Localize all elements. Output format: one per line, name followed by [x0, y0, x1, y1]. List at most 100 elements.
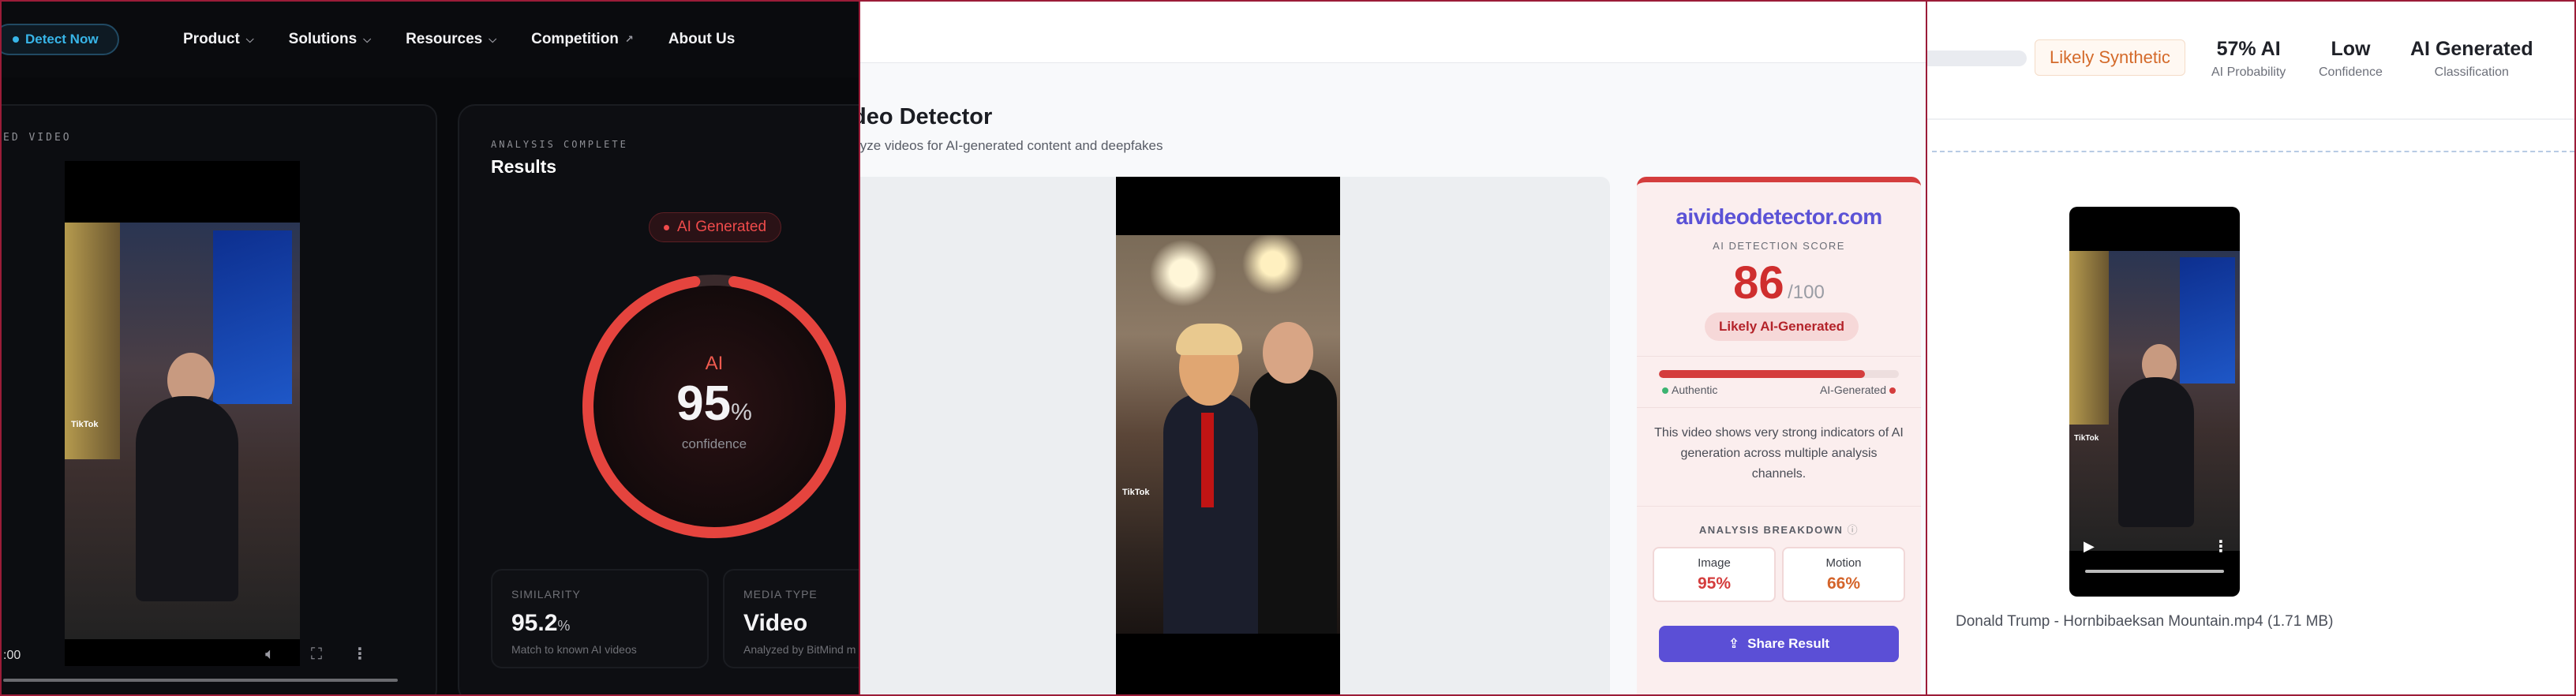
video-frame: TikTok	[65, 223, 300, 639]
breakdown-value: 66%	[1826, 574, 1861, 593]
ai-generated-badge: AI Generated	[649, 212, 782, 242]
share-result-button[interactable]: ⇪ Share Result	[1659, 626, 1899, 662]
breakdown-key: Motion	[1825, 556, 1862, 570]
metric-classification: AI Generated Classification	[2410, 38, 2533, 80]
help-icon[interactable]: ⓘ	[1848, 524, 1859, 536]
gauge-sub-label: confidence	[681, 436, 747, 451]
probability-bar-fill	[1926, 51, 1927, 66]
media-type-stat: MEDIA TYPE Video Analyzed by BitMind m	[723, 569, 859, 668]
breakdown-title: ANALYSIS BREAKDOWN ⓘ	[1698, 524, 1859, 536]
tiktok-watermark: TikTok	[1122, 488, 1150, 497]
breakdown-key: Image	[1698, 556, 1731, 570]
stat-key: MEDIA TYPE	[743, 588, 818, 601]
stat-sub: Match to known AI videos	[511, 643, 637, 656]
nav-item-label: Resources	[406, 31, 483, 47]
page-subtitle: lyze videos for AI-generated content and…	[859, 138, 1163, 153]
red-dot-icon	[1889, 387, 1896, 395]
more-options-icon[interactable]: ⋮	[2213, 537, 2229, 556]
similarity-stat: SIMILARITY 95.2% Match to known AI video…	[491, 569, 709, 668]
breakdown-value: 95%	[1697, 574, 1732, 593]
chevron-down-icon: ⌵	[489, 33, 497, 45]
result-description: This video shows very strong indicators …	[1654, 426, 1904, 481]
nav-item-label: Product	[183, 31, 240, 47]
breakdown-motion: Motion 66%	[1782, 547, 1905, 602]
dot-icon	[664, 224, 669, 230]
chevron-down-icon: ⌵	[363, 33, 372, 45]
nav-menu: Product ⌵ Solutions ⌵ Resources ⌵ Competiti…	[183, 2, 735, 77]
results-card: ANALYSIS COMPLETE Results AI Generated A…	[458, 104, 859, 694]
green-dot-icon	[1662, 387, 1668, 395]
play-icon[interactable]: ▶	[2084, 538, 2095, 555]
score-meter-fill	[1659, 370, 1866, 378]
gauge-ai-label: AI	[705, 353, 724, 374]
badge-label: AI Generated	[677, 219, 767, 235]
detection-score: 86 /100	[1733, 257, 1825, 309]
nav-item-solutions[interactable]: Solutions ⌵	[289, 31, 371, 48]
external-link-icon: ↗	[624, 33, 634, 45]
detection-score-card: aivideodetector.com AI DETECTION SCORE 8…	[1637, 177, 1921, 694]
metric-value: AI Generated	[2410, 38, 2533, 60]
synthetic-summary-panel: Likely Synthetic 57% AI AI Probability L…	[1926, 0, 2576, 696]
stat-sub: Analyzed by BitMind m	[743, 643, 856, 656]
video-player[interactable]: TikTok	[65, 161, 300, 666]
probability-bar	[1926, 51, 2027, 66]
video-player[interactable]: TikTok	[1116, 177, 1340, 694]
nav-item-label: Solutions	[288, 31, 358, 47]
metric-ai-probability: 57% AI AI Probability	[2211, 38, 2286, 80]
meter-labels: Authentic AI-Generated	[1659, 384, 1899, 396]
nav-item-about-us[interactable]: About Us	[668, 31, 735, 48]
share-label: Share Result	[1747, 636, 1830, 651]
video-progress-bar[interactable]	[3, 679, 398, 682]
volume-icon[interactable]: 🔈︎	[265, 645, 275, 664]
metric-value: 57% AI	[2216, 38, 2281, 60]
tiktok-watermark: TikTok	[2074, 434, 2099, 443]
dashed-divider	[1932, 151, 2574, 152]
video-detector-panel: deo Detector lyze videos for AI-generate…	[859, 0, 1927, 696]
breakdown-image: Image 95%	[1653, 547, 1776, 602]
nav-item-product[interactable]: Product ⌵	[183, 31, 254, 48]
share-icon: ⇪	[1728, 636, 1740, 651]
meter-left-label: Authentic	[1672, 384, 1718, 396]
summary-header: Likely Synthetic 57% AI AI Probability L…	[1927, 2, 2574, 120]
verdict-badge: Likely AI-Generated	[1705, 312, 1859, 341]
metric-label: Classification	[2434, 65, 2509, 79]
more-options-icon[interactable]: ⋮	[352, 644, 368, 664]
metric-label: AI Probability	[2211, 65, 2286, 79]
chevron-down-icon: ⌵	[245, 33, 254, 45]
fullscreen-icon[interactable]: ⛶	[311, 645, 322, 664]
score-meter	[1659, 370, 1899, 378]
nav-item-label: About Us	[668, 31, 736, 47]
video-frame: TikTok	[1116, 235, 1340, 634]
gauge-center: AI 95% confidence	[576, 268, 852, 544]
stat-value: Video	[743, 610, 808, 636]
video-frame: TikTok	[2069, 251, 2240, 551]
header-bar	[860, 2, 1926, 63]
video-player[interactable]: TikTok ▶ ⋮	[2069, 207, 2240, 597]
dot-icon	[13, 36, 19, 43]
stat-value: 95.2%	[511, 610, 571, 636]
video-progress-bar[interactable]	[2085, 570, 2224, 573]
detect-now-button[interactable]: Detect Now	[2, 24, 119, 55]
composite-screenshot: Detect Now Product ⌵ Solutions ⌵ Resources…	[0, 0, 2576, 696]
detect-now-label: Detect Now	[25, 32, 99, 47]
video-time: :00	[3, 649, 21, 662]
tiktok-watermark: TikTok	[71, 420, 99, 429]
verdict-badge: Likely Synthetic	[2035, 39, 2185, 76]
meter-right-label: AI-Generated	[1819, 384, 1886, 396]
metric-confidence: Low Confidence	[2319, 38, 2383, 80]
video-card-label: ED VIDEO	[3, 132, 72, 144]
nav-item-label: Competition	[531, 31, 619, 47]
gauge-value: 95%	[676, 376, 752, 431]
uploaded-video-card: ED VIDEO TikTok :00 🔈︎ ⛶ ⋮	[2, 104, 437, 694]
nav-item-resources[interactable]: Resources ⌵	[406, 31, 496, 48]
analysis-status: ANALYSIS COMPLETE	[491, 139, 628, 150]
score-label: AI DETECTION SCORE	[1713, 240, 1845, 252]
top-navigation: Detect Now Product ⌵ Solutions ⌵ Resources…	[2, 2, 859, 77]
file-name: Donald Trump - Hornbibaeksan Mountain.mp…	[1956, 613, 2334, 630]
page-title: deo Detector	[859, 104, 993, 129]
dark-results-panel: Detect Now Product ⌵ Solutions ⌵ Resources…	[0, 0, 860, 696]
stat-key: SIMILARITY	[511, 588, 581, 601]
results-title: Results	[491, 156, 557, 177]
metric-value: Low	[2331, 38, 2371, 60]
nav-item-competition[interactable]: Competition ↗	[531, 31, 634, 48]
